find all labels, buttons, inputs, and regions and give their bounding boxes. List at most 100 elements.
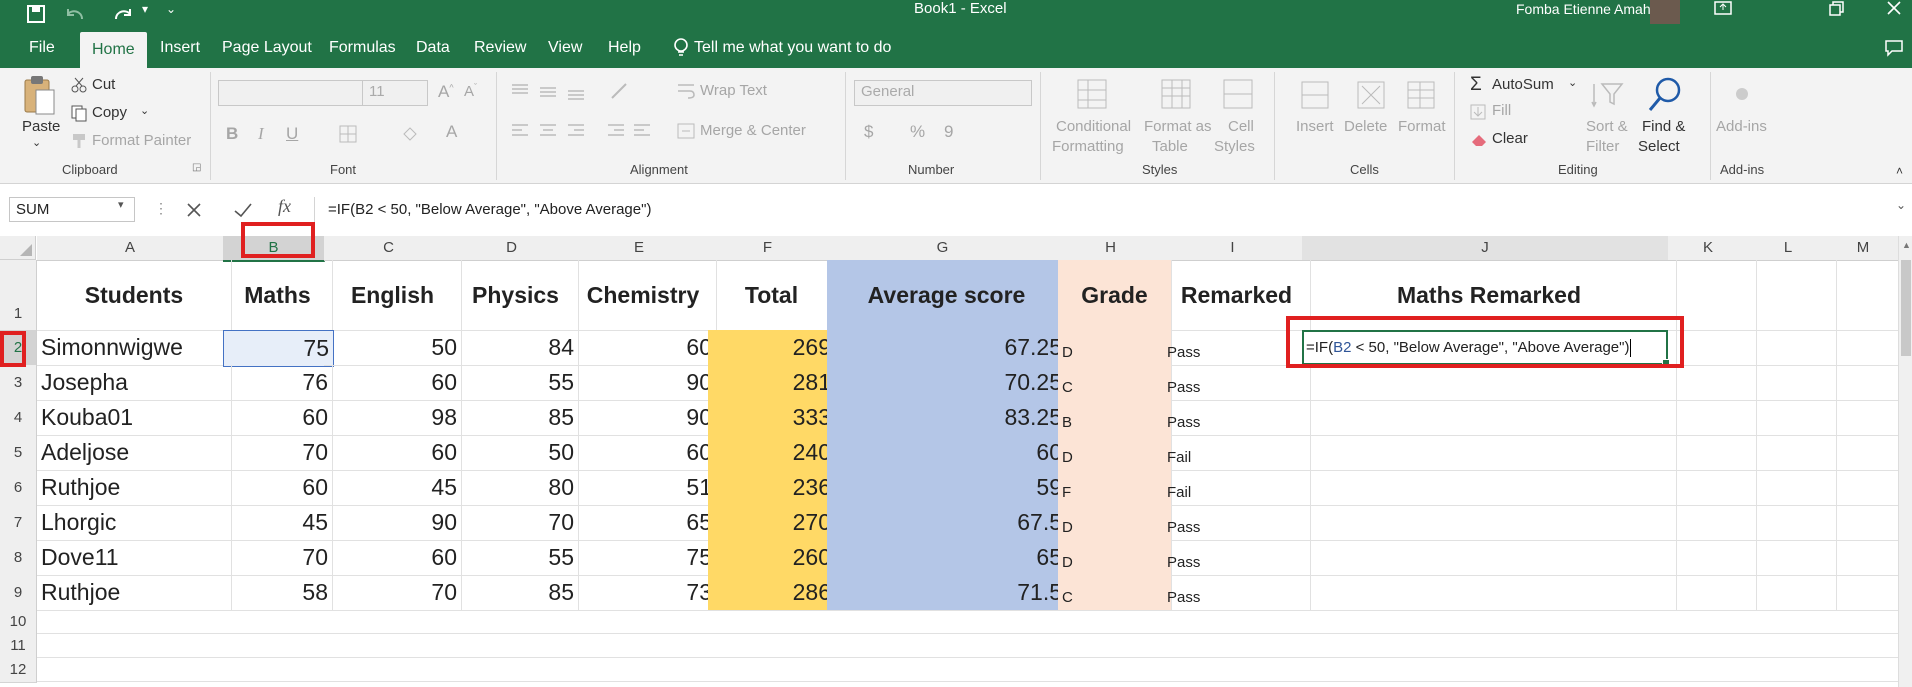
vertical-align-icons[interactable] <box>510 82 590 100</box>
student-name-cell[interactable]: Simonnwigwe <box>37 330 232 366</box>
format-as-table-line2[interactable]: Table <box>1152 138 1188 155</box>
cell-j8[interactable] <box>1302 540 1677 576</box>
average-score-cell[interactable]: 67.5 <box>827 505 1067 541</box>
average-score-cell[interactable]: 83.25 <box>827 400 1067 436</box>
avatar[interactable] <box>1650 0 1680 24</box>
grade-cell[interactable]: C <box>1058 575 1172 611</box>
english-score-cell[interactable]: 50 <box>324 330 462 366</box>
undo-icon[interactable] <box>64 5 86 23</box>
magnifier-icon[interactable] <box>1646 76 1684 114</box>
cell-k7[interactable] <box>1668 505 1757 541</box>
tab-view[interactable]: View <box>536 28 594 68</box>
row-header-5[interactable]: 5 <box>0 435 37 471</box>
student-name-cell[interactable]: Ruthjoe <box>37 470 232 506</box>
average-score-cell[interactable]: 70.25 <box>827 365 1067 401</box>
cell-l8[interactable] <box>1748 540 1837 576</box>
clipboard-launcher-icon[interactable]: ◲ <box>192 162 201 173</box>
maths-score-cell[interactable]: 70 <box>223 435 333 471</box>
chemistry-score-cell[interactable]: 65 <box>570 505 717 541</box>
physics-score-cell[interactable]: 70 <box>453 505 579 541</box>
cut-icon[interactable] <box>70 76 88 94</box>
cell-l9[interactable] <box>1748 575 1837 611</box>
cell-j4[interactable] <box>1302 400 1677 436</box>
chemistry-score-cell[interactable]: 51 <box>570 470 717 506</box>
column-header-e[interactable]: E <box>570 236 709 261</box>
cell-j7[interactable] <box>1302 505 1677 541</box>
student-name-cell[interactable]: Ruthjoe <box>37 575 232 611</box>
increase-font-icon[interactable]: A^ <box>438 82 454 102</box>
format-as-table-icon[interactable] <box>1160 78 1196 112</box>
chemistry-score-cell[interactable]: 73 <box>570 575 717 611</box>
horizontal-align-icons[interactable] <box>510 122 590 140</box>
copy-button[interactable]: Copy <box>92 104 127 121</box>
cell-l2[interactable] <box>1748 330 1837 366</box>
autosum-button[interactable]: AutoSum <box>1492 76 1554 93</box>
column-header-h[interactable]: H <box>1058 236 1164 261</box>
tell-me-search[interactable]: Tell me what you want to do <box>694 28 903 68</box>
student-name-cell[interactable]: Lhorgic <box>37 505 232 541</box>
number-format-dropdown[interactable]: General <box>854 80 1032 106</box>
cell-m6[interactable] <box>1828 470 1907 506</box>
row-header-12[interactable]: 12 <box>0 658 37 683</box>
delete-cells-icon[interactable] <box>1352 78 1388 112</box>
wrap-text-button[interactable]: Wrap Text <box>700 82 767 99</box>
cell-l6[interactable] <box>1748 470 1837 506</box>
row-header-8[interactable]: 8 <box>0 540 37 576</box>
total-score-cell[interactable]: 286 <box>708 575 836 611</box>
percent-button[interactable]: % <box>910 122 925 142</box>
header-total[interactable]: Total <box>708 260 836 331</box>
copy-dropdown-icon[interactable]: ⌄ <box>140 104 149 117</box>
tab-data[interactable]: Data <box>404 28 462 68</box>
fill-icon[interactable] <box>1470 104 1486 120</box>
format-cells-button[interactable]: Format <box>1398 118 1446 135</box>
chemistry-score-cell[interactable]: 60 <box>570 435 717 471</box>
row-header-3[interactable]: 3 <box>0 365 37 401</box>
physics-score-cell[interactable]: 85 <box>453 400 579 436</box>
row-header-7[interactable]: 7 <box>0 505 37 541</box>
header-grade[interactable]: Grade <box>1058 260 1172 331</box>
tab-review[interactable]: Review <box>462 28 538 68</box>
average-score-cell[interactable]: 71.5 <box>827 575 1067 611</box>
worksheet-grid[interactable]: A B C D E F G H I J K L M 1 2 3 4 5 6 7 … <box>0 222 1912 687</box>
tab-help[interactable]: Help <box>596 28 653 68</box>
bold-button[interactable]: B <box>226 124 238 144</box>
maths-score-cell[interactable]: 45 <box>223 505 333 541</box>
tab-home[interactable]: Home <box>80 32 147 68</box>
physics-score-cell[interactable]: 80 <box>453 470 579 506</box>
clear-button[interactable]: Clear <box>1492 130 1528 147</box>
italic-button[interactable]: I <box>258 124 264 144</box>
paste-icon[interactable] <box>22 74 56 116</box>
row-header-9[interactable]: 9 <box>0 575 37 611</box>
format-painter-icon[interactable] <box>70 132 88 150</box>
close-icon[interactable] <box>1884 0 1906 18</box>
maths-score-cell[interactable]: 76 <box>223 365 333 401</box>
scrollbar-thumb[interactable] <box>1901 260 1911 356</box>
average-score-cell[interactable]: 59 <box>827 470 1067 506</box>
empty-rows[interactable] <box>37 610 1898 682</box>
physics-score-cell[interactable]: 50 <box>453 435 579 471</box>
sort-filter-icon[interactable] <box>1590 80 1626 110</box>
english-score-cell[interactable]: 98 <box>324 400 462 436</box>
expand-formula-bar-icon[interactable]: ⌄ <box>1896 198 1906 212</box>
remark-cell[interactable]: Fail <box>1163 435 1311 471</box>
currency-button[interactable]: $ <box>864 122 873 142</box>
cell-l3[interactable] <box>1748 365 1837 401</box>
decrease-font-icon[interactable]: Aˇ <box>464 82 477 100</box>
conditional-formatting-line1[interactable]: Conditional <box>1056 118 1131 135</box>
cell-k8[interactable] <box>1668 540 1757 576</box>
name-box-dropdown-icon[interactable]: ▾ <box>118 198 124 211</box>
cell-m8[interactable] <box>1828 540 1907 576</box>
physics-score-cell[interactable]: 55 <box>453 540 579 576</box>
cell-k3[interactable] <box>1668 365 1757 401</box>
cell-l5[interactable] <box>1748 435 1837 471</box>
grade-cell[interactable]: D <box>1058 505 1172 541</box>
row-header-11[interactable]: 11 <box>0 634 37 659</box>
remark-cell[interactable]: Fail <box>1163 470 1311 506</box>
tab-insert[interactable]: Insert <box>148 28 212 68</box>
autosum-dropdown-icon[interactable]: ⌄ <box>1568 76 1577 89</box>
customize-qat-icon[interactable]: ▾ <box>142 2 148 16</box>
english-score-cell[interactable]: 60 <box>324 435 462 471</box>
cell-b2-referenced[interactable]: 75 <box>223 330 334 367</box>
total-score-cell[interactable]: 270 <box>708 505 836 541</box>
cell-k4[interactable] <box>1668 400 1757 436</box>
